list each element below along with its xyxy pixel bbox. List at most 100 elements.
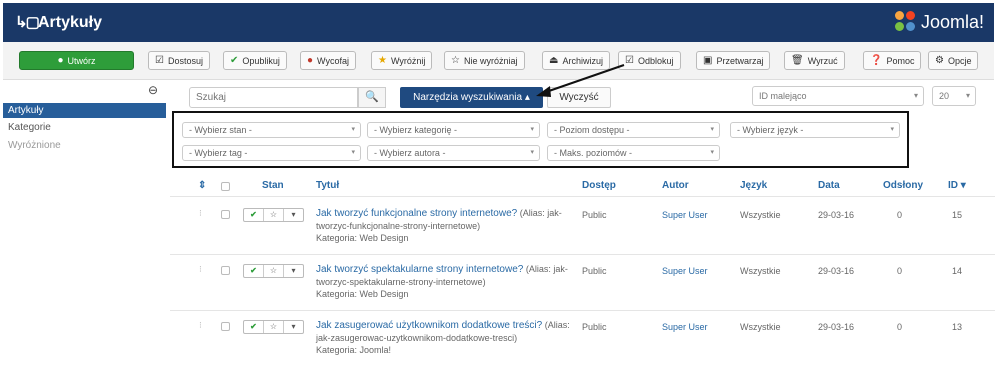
filter-maxlevel-select[interactable]: - Maks. poziomów - ▾: [547, 145, 720, 161]
status-controls: ✔ ☆ ▾: [243, 264, 304, 278]
joomla-logo-icon: [894, 11, 917, 33]
limit-select[interactable]: 20 ▾: [932, 86, 976, 106]
hits-column-header[interactable]: Odsłony: [883, 180, 923, 191]
filter-tag-select[interactable]: - Wybierz tag - ▾: [182, 145, 361, 161]
sidebar: ⊖ Artykuły Kategorie Wyróżnione: [3, 80, 166, 368]
joomla-logo[interactable]: Joomla!: [894, 11, 984, 33]
title-cell: Jak tworzyć spektakularne strony interne…: [316, 263, 574, 300]
language-cell: Wszystkie: [740, 266, 781, 276]
filter-category-select[interactable]: - Wybierz kategorię - ▾: [367, 122, 540, 138]
search-button[interactable]: 🔍: [358, 87, 386, 108]
article-category: Kategoria: Web Design: [316, 233, 409, 243]
article-title-link[interactable]: Jak zasugerować użytkownikom dodatkowe t…: [316, 320, 542, 331]
star-empty-icon[interactable]: ☆: [264, 209, 284, 221]
star-icon: ★: [378, 55, 387, 66]
article-title-link[interactable]: Jak tworzyć spektakularne strony interne…: [316, 264, 523, 275]
filter-author-select[interactable]: - Wybierz autora - ▾: [367, 145, 540, 161]
published-icon[interactable]: ✔: [244, 265, 264, 277]
sidebar-item-categories[interactable]: Kategorie: [3, 120, 166, 135]
status-column-header[interactable]: Stan: [262, 180, 284, 191]
title-cell: Jak tworzyć funkcjonalne strony internet…: [316, 207, 574, 244]
unpublish-button[interactable]: ● Wycofaj: [300, 51, 356, 70]
id-cell: 14: [952, 266, 963, 276]
date-cell: 29-03-16: [818, 322, 855, 332]
filter-status-select[interactable]: - Wybierz stan - ▾: [182, 122, 361, 138]
help-button[interactable]: ❓ Pomoc: [863, 51, 922, 70]
chevron-down-icon: ▾: [530, 126, 534, 133]
select-all-checkbox[interactable]: [221, 182, 230, 191]
title-cell: Jak zasugerować użytkownikom dodatkowe t…: [316, 319, 574, 356]
star-empty-icon[interactable]: ☆: [264, 265, 284, 277]
author-link[interactable]: Super User: [662, 266, 708, 276]
row-checkbox[interactable]: [221, 322, 230, 331]
order-column-header[interactable]: ⇕: [198, 180, 206, 191]
unfeature-button[interactable]: ☆ Nie wyróżniaj: [444, 51, 525, 70]
author-link[interactable]: Super User: [662, 322, 708, 332]
row-checkbox[interactable]: [221, 266, 230, 275]
language-column-header[interactable]: Język: [740, 180, 767, 191]
author-link[interactable]: Super User: [662, 210, 708, 220]
edit-icon: ☑: [155, 55, 164, 66]
author-column-header[interactable]: Autor: [662, 180, 689, 191]
options-button[interactable]: ⚙ Opcje: [928, 51, 979, 70]
article-title-link[interactable]: Jak tworzyć funkcjonalne strony internet…: [316, 208, 517, 219]
hits-cell: 0: [897, 266, 903, 276]
chevron-down-icon: ▾: [710, 126, 714, 133]
check-icon: ✔: [230, 55, 239, 66]
publish-button[interactable]: ✔ Opublikuj: [223, 51, 287, 70]
new-button[interactable]: ● Utwórz: [19, 51, 134, 70]
chevron-down-icon[interactable]: ▾: [284, 209, 303, 221]
article-category: Kategoria: Joomla!: [316, 345, 392, 355]
plus-icon: ●: [57, 55, 64, 66]
drag-handle-icon[interactable]: ⁝: [199, 320, 202, 331]
access-cell: Public: [582, 266, 607, 276]
date-column-header[interactable]: Data: [818, 180, 840, 191]
published-icon[interactable]: ✔: [244, 321, 264, 333]
chevron-down-icon: ▾: [351, 126, 355, 133]
collapse-sidebar-icon[interactable]: ⊖: [148, 83, 158, 97]
date-cell: 29-03-16: [818, 266, 855, 276]
access-cell: Public: [582, 210, 607, 220]
row-checkbox[interactable]: [221, 210, 230, 219]
date-cell: 29-03-16: [818, 210, 855, 220]
page-title: Artykuły: [38, 14, 103, 31]
chevron-down-icon[interactable]: ▾: [284, 321, 303, 333]
batch-button[interactable]: ▣ Przetwarzaj: [696, 51, 771, 70]
search-input[interactable]: [189, 87, 358, 108]
edit-button[interactable]: ☑ Dostosuj: [148, 51, 210, 70]
title-column-header[interactable]: Tytuł: [316, 180, 339, 191]
help-icon: ❓: [870, 55, 883, 66]
filter-access-select[interactable]: - Poziom dostępu - ▾: [547, 122, 720, 138]
articles-icon: ↳▢: [15, 14, 40, 31]
access-column-header[interactable]: Dostęp: [582, 180, 616, 191]
language-cell: Wszystkie: [740, 322, 781, 332]
feature-button[interactable]: ★ Wyróżnij: [371, 51, 433, 70]
star-empty-icon: ☆: [451, 55, 460, 66]
chevron-down-icon: ▾: [913, 91, 918, 100]
batch-icon: ▣: [703, 55, 713, 66]
drag-handle-icon[interactable]: ⁝: [199, 264, 202, 275]
hits-cell: 0: [897, 322, 903, 332]
access-cell: Public: [582, 322, 607, 332]
chevron-down-icon: ▾: [351, 149, 355, 156]
ordering-select[interactable]: ID malejąco ▾: [752, 86, 924, 106]
status-controls: ✔ ☆ ▾: [243, 208, 304, 222]
published-icon[interactable]: ✔: [244, 209, 264, 221]
search-icon: 🔍: [365, 91, 379, 103]
status-controls: ✔ ☆ ▾: [243, 320, 304, 334]
trash-button[interactable]: 🗑 Wyrzuć: [784, 51, 845, 70]
sidebar-item-featured[interactable]: Wyróżnione: [3, 138, 166, 153]
filter-language-select[interactable]: - Wybierz język - ▾: [730, 122, 900, 138]
chevron-down-icon: ▾: [710, 149, 714, 156]
annotation-arrow: [536, 64, 625, 97]
article-category: Kategoria: Web Design: [316, 289, 409, 299]
language-cell: Wszystkie: [740, 210, 781, 220]
id-cell: 13: [952, 322, 963, 332]
star-empty-icon[interactable]: ☆: [264, 321, 284, 333]
chevron-down-icon: ▾: [530, 149, 534, 156]
sidebar-item-articles[interactable]: Artykuły: [3, 103, 166, 118]
brand-name: Joomla!: [920, 11, 984, 32]
chevron-down-icon[interactable]: ▾: [284, 265, 303, 277]
drag-handle-icon[interactable]: ⁝: [199, 208, 202, 219]
id-column-header[interactable]: ID ▾: [948, 180, 966, 191]
